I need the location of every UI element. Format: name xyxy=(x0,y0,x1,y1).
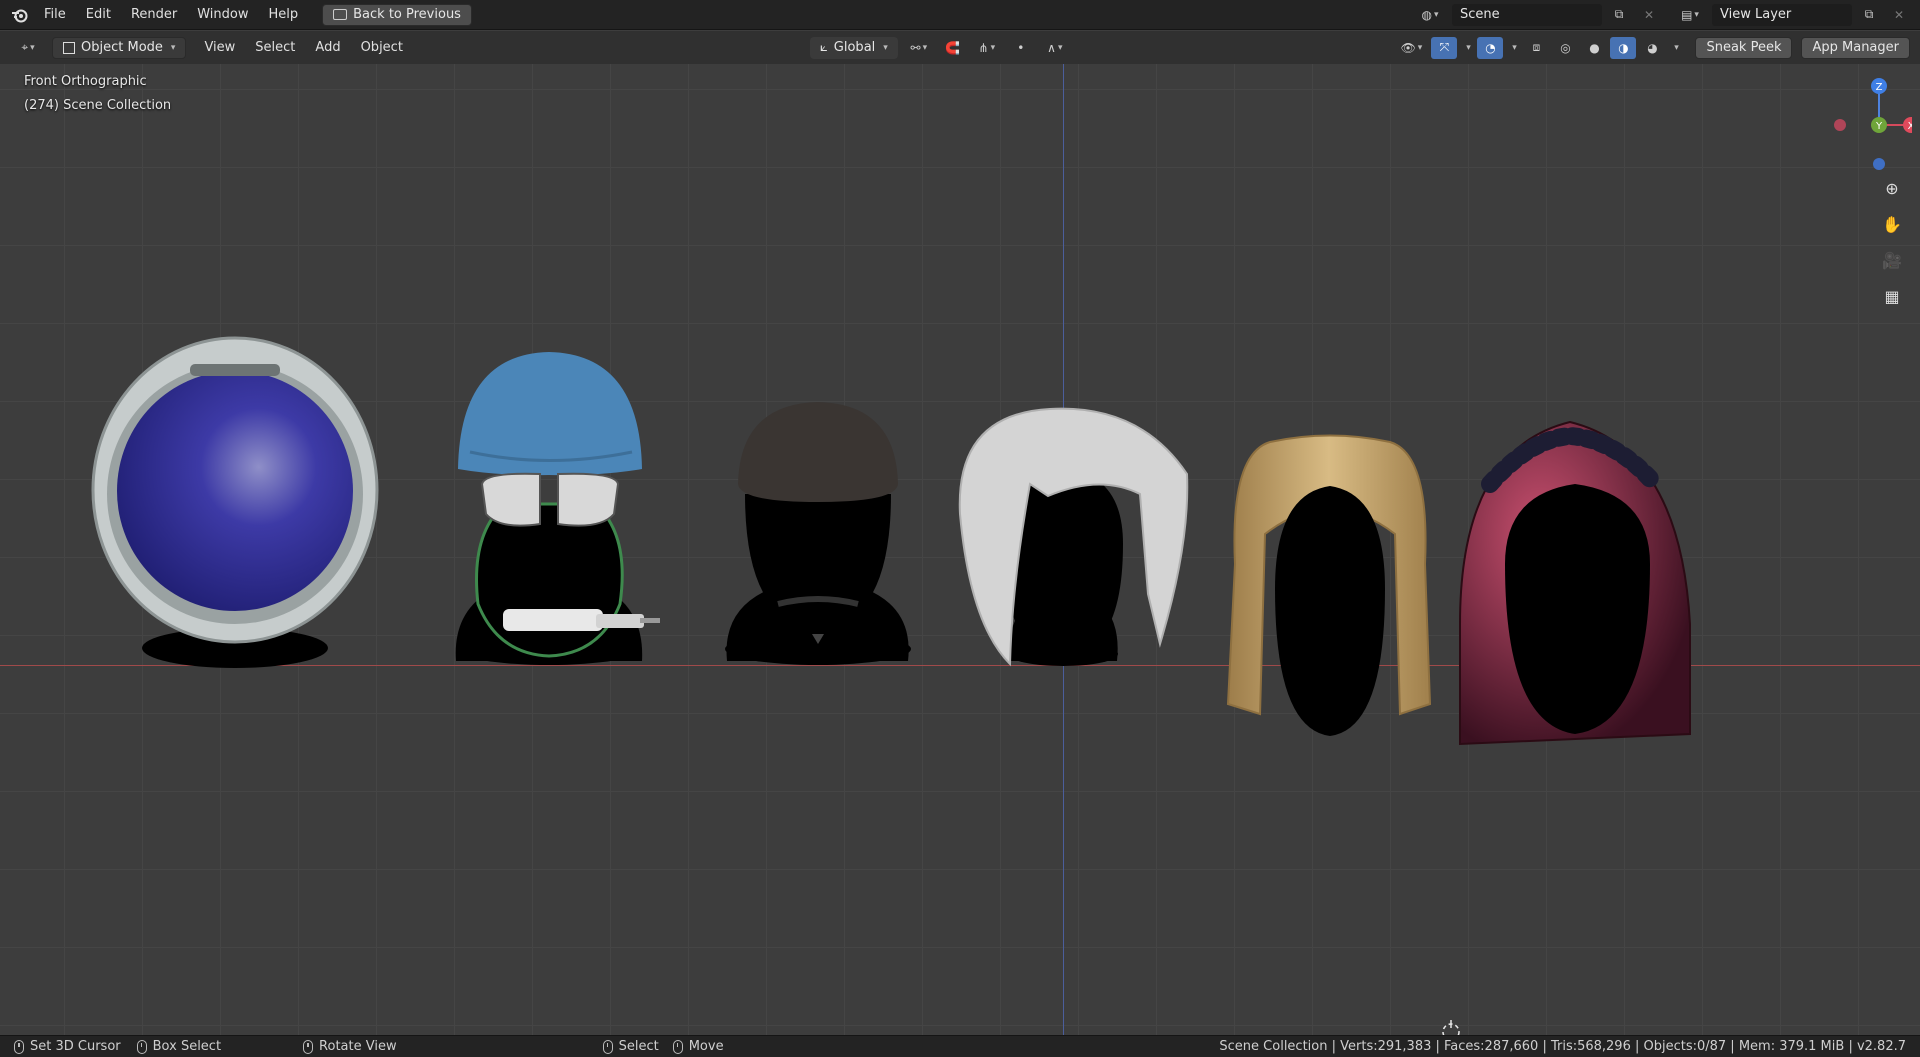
status-label: Rotate View xyxy=(319,1039,397,1054)
space-helmet-model xyxy=(91,336,379,668)
3d-cursor-icon xyxy=(1442,1020,1460,1035)
rendered-icon[interactable]: ◕ xyxy=(1639,37,1665,59)
status-label: Set 3D Cursor xyxy=(30,1039,121,1054)
snap-toggle-icon[interactable]: 🧲 xyxy=(940,37,966,59)
mouse-middle-icon xyxy=(303,1039,314,1054)
gizmo-icon[interactable]: ⤧ xyxy=(1431,36,1458,59)
object-mode-dropdown[interactable]: Object Mode ▾ xyxy=(52,36,187,59)
new-view-layer-icon[interactable]: ⧉ xyxy=(1856,4,1882,26)
overlay-icon[interactable]: ◔ xyxy=(1477,36,1504,59)
status-label: Move xyxy=(688,1039,724,1054)
status-rotate-view: Rotate View xyxy=(303,1039,397,1054)
close-view-layer-icon[interactable]: ✕ xyxy=(1886,4,1912,26)
view-layer-icon[interactable]: ▤ ▾ xyxy=(1672,4,1708,26)
status-box-select: Box Select xyxy=(136,1039,222,1054)
3d-viewport[interactable]: Front Orthographic (274) Scene Collectio… xyxy=(0,64,1920,1035)
wireframe-icon[interactable]: ◎ xyxy=(1552,37,1578,59)
blonde-hair-model xyxy=(1226,434,1432,736)
climbing-helmet-model xyxy=(455,352,660,665)
menu-object[interactable]: Object xyxy=(351,36,413,60)
scene-objects xyxy=(91,336,1691,1035)
close-icon[interactable]: ✕ xyxy=(1636,4,1662,26)
orientation-icon: ⟀ xyxy=(820,39,828,55)
snap-icon[interactable]: ⋔ ▾ xyxy=(970,37,1004,59)
mouse-drag-icon xyxy=(136,1039,147,1054)
mouse-right-icon xyxy=(602,1039,613,1054)
app-manager-button[interactable]: App Manager xyxy=(1801,36,1910,59)
menu-select[interactable]: Select xyxy=(245,36,305,60)
menu-file[interactable]: File xyxy=(34,3,76,27)
blender-logo-icon[interactable] xyxy=(6,0,34,30)
back-to-previous-label: Back to Previous xyxy=(353,6,461,22)
viewport-header: ⌖ ▾ Object Mode ▾ View Select Add Object … xyxy=(0,31,1920,64)
transform-orientation-dropdown[interactable]: ⟀ Global ▾ xyxy=(810,36,898,59)
sneak-peek-button[interactable]: Sneak Peek xyxy=(1695,36,1793,59)
xray-icon[interactable]: ⧈ xyxy=(1523,37,1549,59)
status-label: Select xyxy=(618,1039,659,1054)
material-icon[interactable]: ◑ xyxy=(1610,36,1637,59)
status-bar: Set 3D Cursor Box Select Rotate View Sel… xyxy=(0,1035,1920,1057)
falloff-icon[interactable]: ∧ ▾ xyxy=(1038,37,1072,59)
menu-add[interactable]: Add xyxy=(305,36,350,60)
menu-window[interactable]: Window xyxy=(187,3,258,27)
status-set-3d-cursor: Set 3D Cursor xyxy=(14,1039,121,1054)
cap-model xyxy=(725,402,911,665)
shading-dropdown-icon[interactable]: ▾ xyxy=(1668,37,1682,59)
mouse-drag-icon xyxy=(672,1039,683,1054)
back-icon xyxy=(333,9,348,20)
top-bar: File Edit Render Window Help Back to Pre… xyxy=(0,0,1920,30)
proportional-icon[interactable]: • xyxy=(1008,37,1034,59)
gizmo-dropdown-icon[interactable]: ▾ xyxy=(1460,37,1474,59)
menu-edit[interactable]: Edit xyxy=(76,3,121,27)
back-to-previous-button[interactable]: Back to Previous xyxy=(322,3,472,26)
curly-hair-model xyxy=(1459,420,1691,746)
solid-icon[interactable]: ● xyxy=(1581,37,1607,59)
object-mode-icon xyxy=(63,41,75,54)
menu-render[interactable]: Render xyxy=(121,3,187,27)
editor-type-icon[interactable]: ⌖ ▾ xyxy=(10,37,46,59)
status-move: Move xyxy=(672,1039,724,1054)
scene-name-field[interactable]: Scene xyxy=(1452,3,1602,26)
status-label: Box Select xyxy=(152,1039,222,1054)
menu-view[interactable]: View xyxy=(194,36,245,60)
scene-statistics: Scene Collection | Verts:291,383 | Faces… xyxy=(1219,1039,1906,1054)
scene-icon[interactable]: ◍ ▾ xyxy=(1412,4,1448,26)
pivot-icon[interactable]: ⚯ ▾ xyxy=(902,37,936,59)
visibility-icon[interactable]: 👁 ▾ xyxy=(1394,37,1428,59)
menu-help[interactable]: Help xyxy=(259,3,309,27)
new-scene-icon[interactable]: ⧉ xyxy=(1606,4,1632,26)
view-layer-name-field[interactable]: View Layer xyxy=(1712,3,1852,26)
overlay-dropdown-icon[interactable]: ▾ xyxy=(1506,37,1520,59)
object-mode-label: Object Mode xyxy=(81,39,163,55)
white-hair-model xyxy=(958,407,1189,667)
status-select: Select xyxy=(602,1039,659,1054)
orientation-label: Global xyxy=(833,39,876,55)
mouse-left-icon xyxy=(14,1039,24,1054)
